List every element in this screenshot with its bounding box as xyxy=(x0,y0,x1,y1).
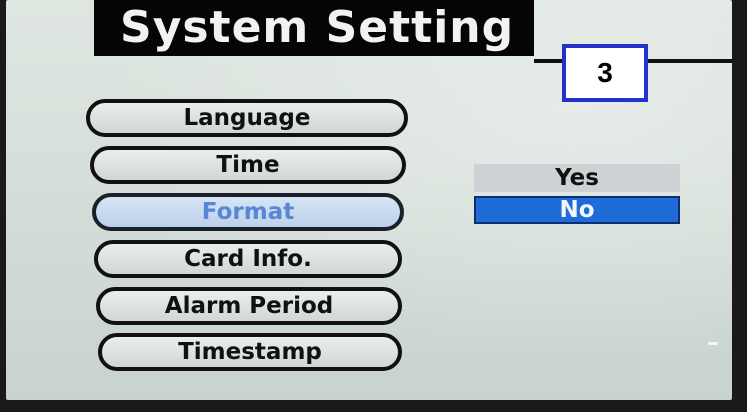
screen-glare xyxy=(708,342,718,345)
menu-item-time[interactable]: Time xyxy=(90,146,406,184)
step-badge: 3 xyxy=(562,44,648,102)
menu-item-timestamp[interactable]: Timestamp xyxy=(98,333,402,371)
title-bar: System Setting xyxy=(94,0,534,56)
page-title: System Setting xyxy=(120,2,515,53)
step-number: 3 xyxy=(597,57,613,88)
option-yes[interactable]: Yes xyxy=(474,164,680,192)
menu-item-language[interactable]: Language xyxy=(86,99,408,137)
option-no[interactable]: No xyxy=(474,196,680,224)
menu-item-format[interactable]: Format xyxy=(92,193,404,231)
menu-item-card-info[interactable]: Card Info. xyxy=(94,240,402,278)
menu-item-alarm-period[interactable]: Alarm Period xyxy=(96,287,402,325)
